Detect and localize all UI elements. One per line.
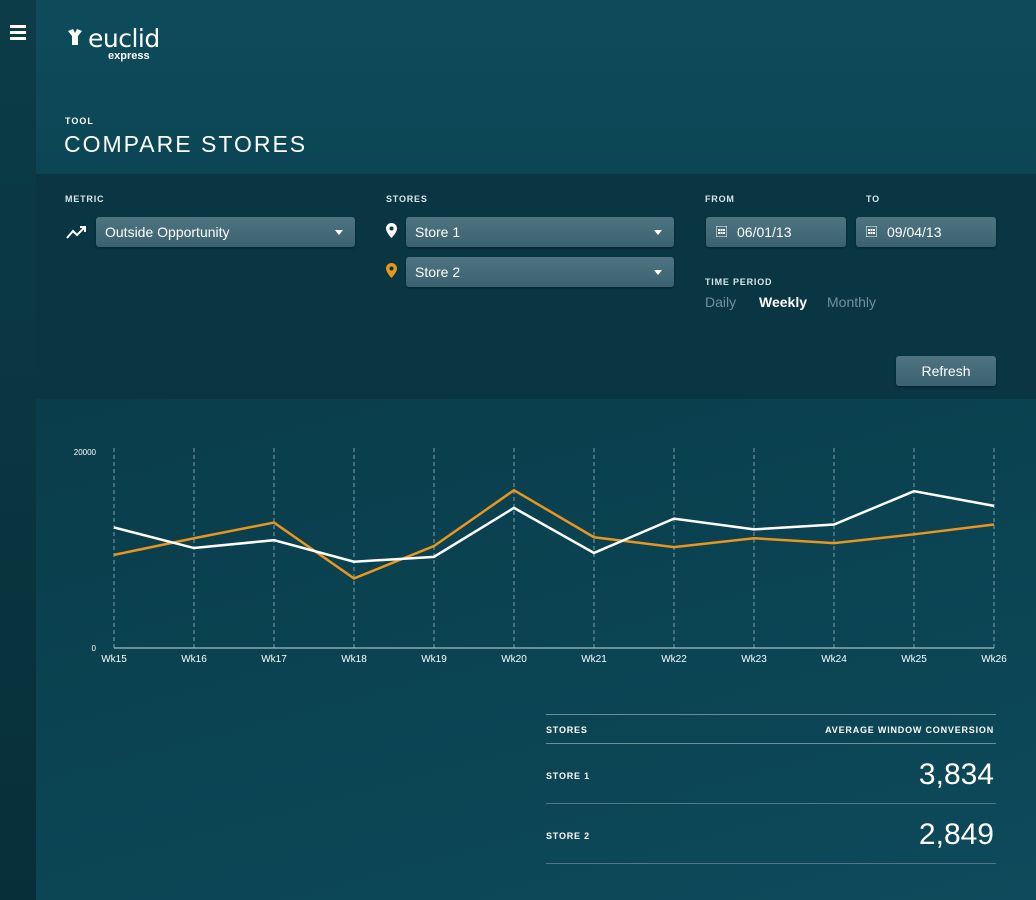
store-1-pin-icon [386,223,397,238]
summary-table: STORES AVERAGE WINDOW CONVERSION STORE 1… [546,714,996,864]
hamburger-icon[interactable] [10,25,26,41]
euclid-logo-icon [68,29,82,45]
x-tick-label: Wk22 [661,654,687,665]
x-tick-label: Wk24 [821,654,847,665]
x-tick-label: Wk15 [101,654,127,665]
metric-select-value: Outside Opportunity [105,224,230,240]
row-store-name: STORE 1 [546,771,590,781]
y-tick-label: 20000 [74,448,97,457]
metric-label: METRIC [65,194,105,204]
to-date-value: 09/04/13 [887,224,942,240]
sidebar [0,0,36,900]
series-line-store-2 [113,488,995,580]
table-row: STORE 2 2,849 [546,804,996,863]
page-title: COMPARE STORES [64,131,308,157]
column-header-stores: STORES [546,725,588,735]
logo-wordmark: euclid [88,24,160,53]
series-line-store-1 [113,489,995,564]
x-tick-label: Wk17 [261,654,287,665]
summary-table-header: STORES AVERAGE WINDOW CONVERSION [546,715,996,743]
column-header-metric: AVERAGE WINDOW CONVERSION [825,725,994,735]
to-label: TO [866,194,880,204]
period-weekly[interactable]: Weekly [759,294,807,310]
table-row: STORE 1 3,834 [546,744,996,803]
x-tick-label: Wk16 [181,654,207,665]
x-tick-label: Wk21 [581,654,607,665]
chevron-down-icon [335,230,343,235]
calendar-icon [866,226,877,237]
period-monthly[interactable]: Monthly [827,294,876,310]
from-date-input[interactable]: 06/01/13 [706,217,846,247]
store-2-select[interactable]: Store 2 [406,257,674,287]
logo[interactable]: euclid express [66,24,176,64]
calendar-icon [716,226,727,237]
store-2-pin-icon [386,263,397,278]
store-1-select-value: Store 1 [415,224,461,240]
section-label: TOOL [65,116,94,126]
line-chart: Wk15 Wk16 Wk17 Wk18 Wk19 Wk20 Wk21 Wk22 Wk23 Wk24… [74,448,1007,665]
trend-up-icon [66,226,86,239]
x-tick-label: Wk18 [341,654,367,665]
x-tick-label: Wk19 [421,654,447,665]
controls-panel: METRIC Outside Opportunity STORES Store … [36,174,1036,399]
x-tick-label: Wk26 [981,654,1007,665]
row-store-name: STORE 2 [546,831,590,841]
logo-subtitle: express [108,50,150,62]
to-date-input[interactable]: 09/04/13 [856,217,996,247]
chevron-down-icon [654,230,662,235]
row-value: 3,834 [918,758,994,791]
store-1-select[interactable]: Store 1 [406,217,674,247]
main-panel: euclid express TOOL COMPARE STORES METRI… [36,0,1036,900]
store-2-select-value: Store 2 [415,264,461,280]
refresh-button[interactable]: Refresh [896,356,996,386]
stores-label: STORES [386,194,428,204]
time-period-label: TIME PERIOD [705,277,773,287]
x-tick-label: Wk20 [501,654,527,665]
from-date-value: 06/01/13 [737,224,792,240]
chevron-down-icon [654,270,662,275]
y-tick-label: 0 [92,644,97,653]
x-tick-label: Wk25 [901,654,927,665]
from-label: FROM [705,194,735,204]
metric-select[interactable]: Outside Opportunity [96,217,355,247]
row-value: 2,849 [918,818,994,851]
header: euclid express TOOL COMPARE STORES [36,0,1036,174]
x-tick-label: Wk23 [741,654,767,665]
period-daily[interactable]: Daily [705,294,736,310]
